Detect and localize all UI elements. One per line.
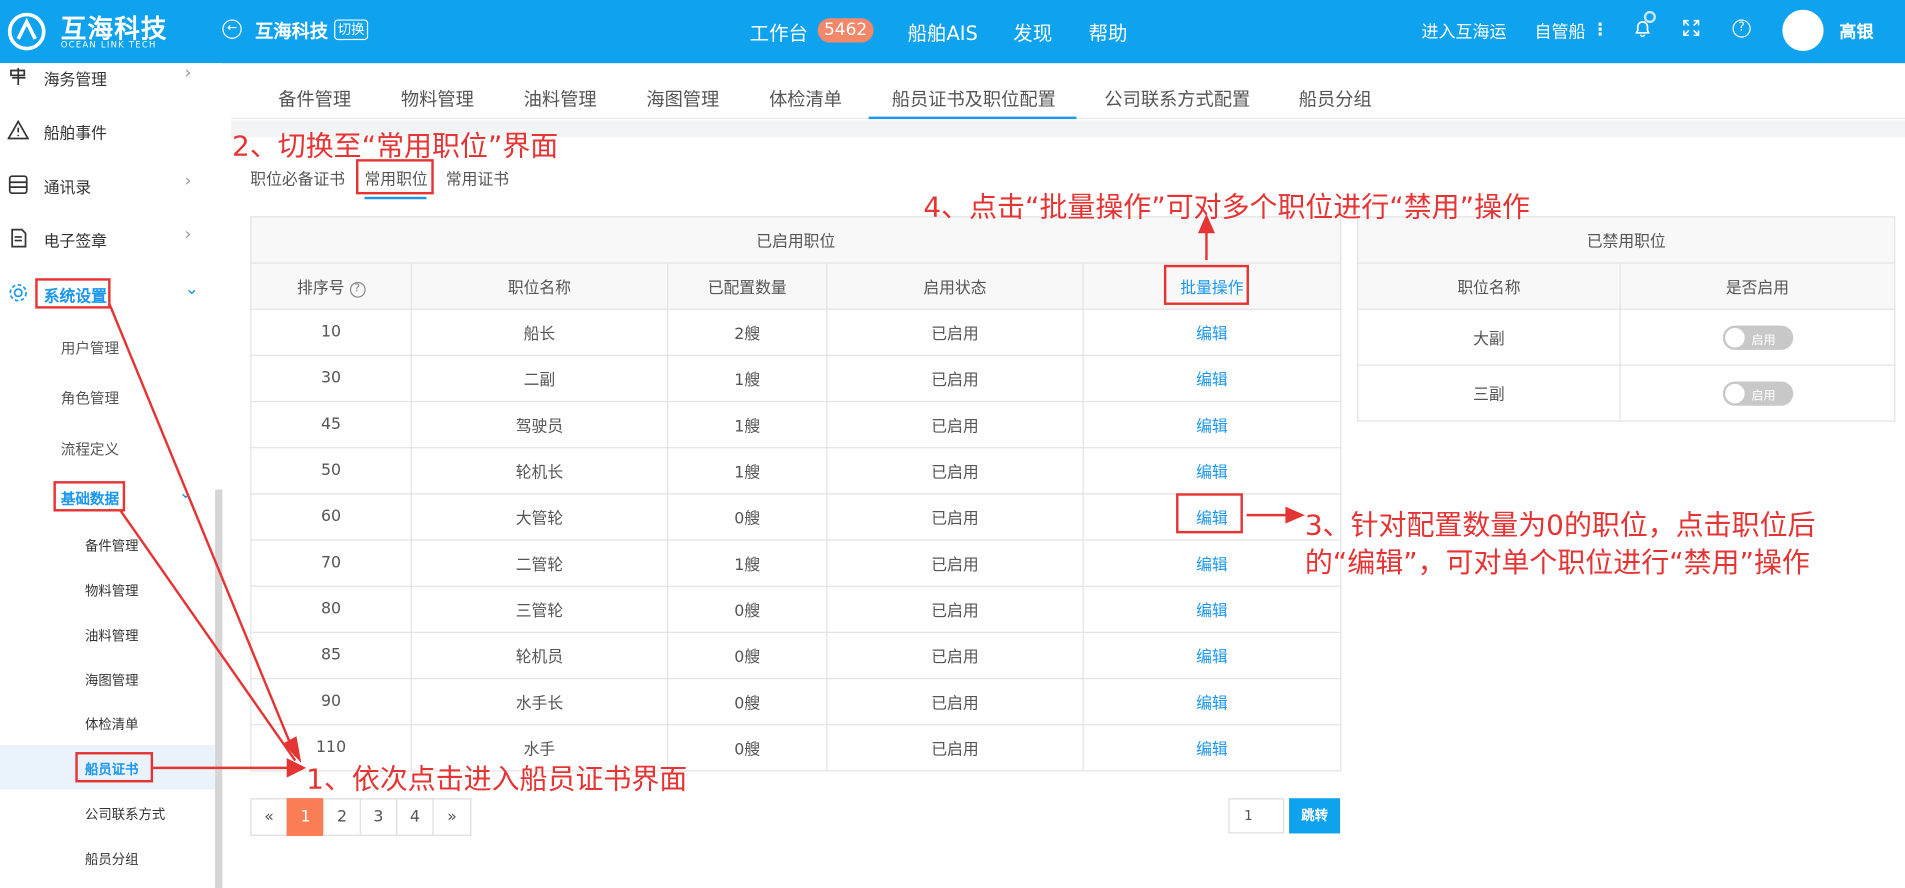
annotation-step2: 2、切换至“常用职位”界面 [232,131,559,163]
annotation-step3-line2: 的“编辑”，可对单个职位进行“禁用”操作 [1304,547,1810,580]
annotation-step3-line1: 3、针对配置数量为0的职位，点击职位后 [1304,510,1816,542]
annotation-step1: 1、依次点击进入船员证书界面 [306,764,688,796]
annotation-step4: 4、点击“批量操作”可对多个职位进行“禁用”操作 [923,191,1530,224]
